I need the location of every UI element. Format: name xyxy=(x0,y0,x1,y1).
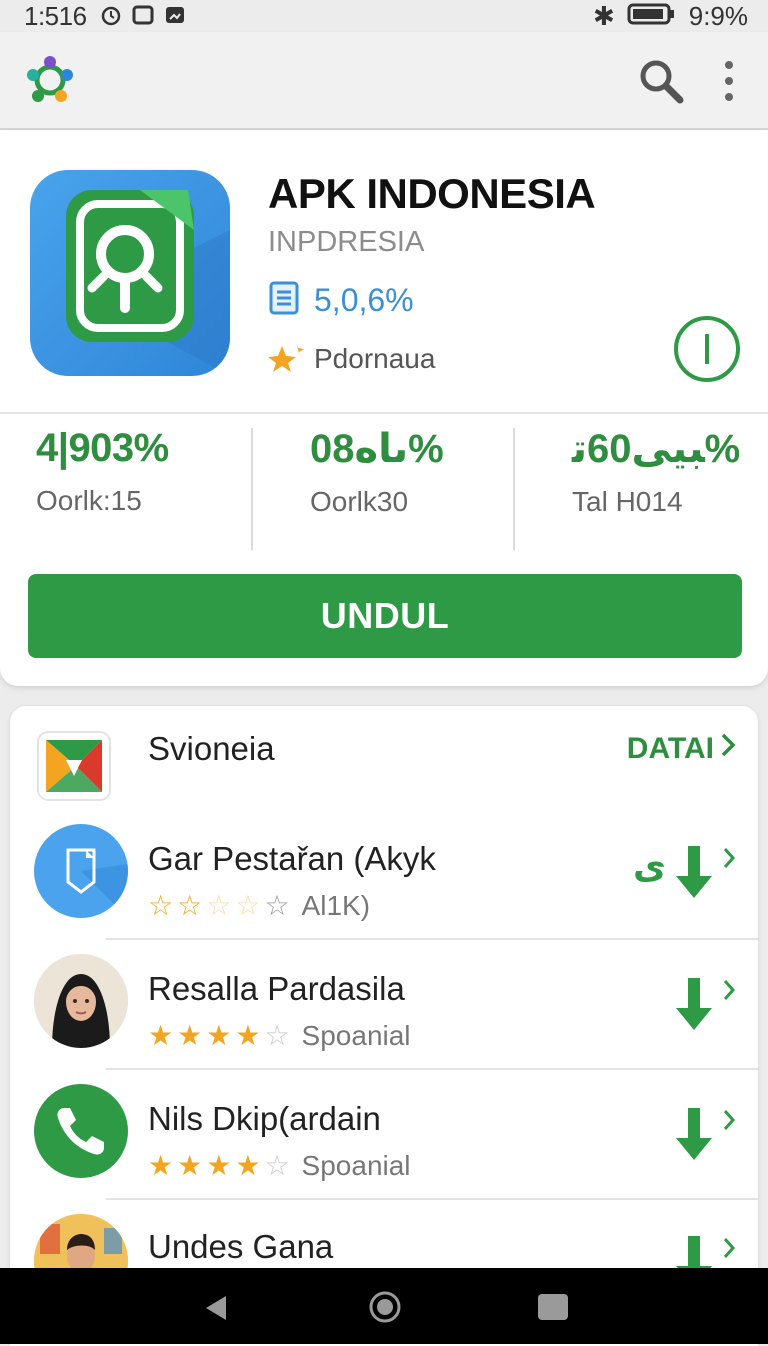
download-arrow-icon xyxy=(674,846,714,903)
divider xyxy=(106,1068,758,1070)
star-outline-icon: ☆ xyxy=(264,1020,290,1051)
star-outline-icon: ☆ xyxy=(235,890,261,921)
chevron-right-icon xyxy=(720,732,736,766)
search-icon[interactable] xyxy=(636,56,686,106)
app-icon xyxy=(34,824,128,918)
status-bar: 1:516 ✱ 9:9% xyxy=(0,0,768,32)
stat-value: 4|903% xyxy=(36,426,169,470)
battery-percent: 9:9% xyxy=(688,1,748,31)
detail-link[interactable]: DATAI xyxy=(627,732,736,766)
star-filled-icon: ★ xyxy=(206,1150,232,1181)
featured-app-icon xyxy=(36,730,112,802)
star-filled-icon: ★ xyxy=(148,1020,174,1051)
star-outline-icon: ☆ xyxy=(264,890,290,921)
app-category: Pdornaua xyxy=(314,342,436,374)
more-options-icon[interactable] xyxy=(716,56,742,106)
chevron-right-icon xyxy=(722,1108,736,1137)
star-filled-icon: ★ xyxy=(235,1020,261,1051)
chevron-right-icon xyxy=(722,1236,736,1265)
back-icon[interactable] xyxy=(200,1292,232,1324)
download-action[interactable] xyxy=(674,978,736,1035)
stat-label: Oorlk:15 xyxy=(36,485,142,516)
list-header-title: Svioneia xyxy=(148,730,275,767)
chevron-right-icon xyxy=(722,978,736,1007)
star-outline-icon: ☆ xyxy=(206,890,232,921)
list-item-meta: Spoanial xyxy=(301,1020,411,1051)
list-item-title: Resalla Pardasila xyxy=(148,970,405,1007)
list-item[interactable]: Gar Pestařan (Akyk ☆ ☆ ☆ ☆ ☆ Al1K) ى xyxy=(10,812,758,940)
download-action[interactable]: ى xyxy=(633,846,736,903)
divider xyxy=(106,1198,758,1200)
install-button[interactable]: UNDUL xyxy=(28,574,742,658)
image-icon xyxy=(164,4,186,26)
action-prefix: ى xyxy=(633,845,666,886)
divider xyxy=(106,938,758,940)
store-logo-icon[interactable] xyxy=(24,54,76,106)
divider xyxy=(0,412,768,414)
list-item-title: Gar Pestařan (Akyk xyxy=(148,840,436,877)
star-outline-icon: ☆ xyxy=(264,1150,290,1181)
download-arrow-icon xyxy=(674,978,714,1035)
system-nav-bar xyxy=(0,1268,768,1344)
stat-separator xyxy=(251,428,253,550)
star-outline-icon: ☆ xyxy=(177,890,203,921)
detail-link-label: DATAI xyxy=(626,732,714,765)
similar-apps-card: Svioneia DATAI Gar Pestařan (Akyk ☆ ☆ ☆ … xyxy=(10,706,758,1346)
app-developer: INPDRESIA xyxy=(268,226,425,258)
sparkle-star-icon xyxy=(268,340,304,377)
app-bar xyxy=(0,32,768,130)
rating-stars: ☆ ☆ ☆ ☆ ☆ Al1K) xyxy=(148,890,370,922)
status-right: ✱ 9:9% xyxy=(593,1,748,32)
list-item-meta: Al1K) xyxy=(301,890,371,921)
list-header[interactable]: Svioneia DATAI xyxy=(10,706,758,806)
download-arrow-icon xyxy=(674,1108,714,1165)
status-time: 1:516 xyxy=(24,1,87,31)
app-size: 5,0,6% xyxy=(314,282,414,318)
status-notification-icons xyxy=(100,4,186,26)
app-size-row: 5,0,6% xyxy=(268,280,414,321)
alarm-icon xyxy=(100,4,122,26)
phone-app-icon xyxy=(34,1084,128,1178)
screenshot-icon xyxy=(132,4,154,26)
rating-stars: ★ ★ ★ ★ ☆ Spoanial xyxy=(148,1020,411,1052)
stat-label: Tal H014 xyxy=(572,486,683,517)
stat-3: ت‎بيى60% Tal H014 xyxy=(572,426,768,560)
app-detail-card: APK INDONESIA INPDRESIA 5,0,6% Pdornaua … xyxy=(0,130,768,686)
list-item-title: Nils Dkip(ardain xyxy=(148,1100,381,1137)
info-button[interactable] xyxy=(674,316,740,382)
star-filled-icon: ★ xyxy=(148,1150,174,1181)
download-action[interactable] xyxy=(674,1108,736,1165)
app-category-row: Pdornaua xyxy=(268,340,435,377)
star-filled-icon: ★ xyxy=(177,1020,203,1051)
document-icon xyxy=(268,280,300,321)
list-item-title: Undes Gana xyxy=(148,1228,334,1265)
list-item[interactable]: Resalla Pardasila ★ ★ ★ ★ ☆ Spoanial xyxy=(10,942,758,1070)
app-title: APK INDONESIA xyxy=(268,170,596,217)
stat-1: 4|903% Oorlk:15 xyxy=(36,426,276,560)
recent-apps-icon[interactable] xyxy=(538,1294,568,1320)
avatar xyxy=(34,954,128,1048)
bluetooth-icon: ✱ xyxy=(592,1,615,31)
app-icon xyxy=(30,170,230,376)
stat-separator xyxy=(513,428,515,550)
home-icon[interactable] xyxy=(368,1290,402,1324)
star-filled-icon: ★ xyxy=(206,1020,232,1051)
star-filled-icon: ★ xyxy=(177,1150,203,1181)
rating-stars: ★ ★ ★ ★ ☆ Spoanial xyxy=(148,1150,411,1182)
star-outline-icon: ☆ xyxy=(148,890,174,921)
list-item[interactable]: Nils Dkip(ardain ★ ★ ★ ★ ☆ Spoanial xyxy=(10,1072,758,1200)
chevron-right-icon xyxy=(722,846,736,875)
battery-icon xyxy=(627,2,677,31)
star-filled-icon: ★ xyxy=(235,1150,261,1181)
list-item-meta: Spoanial xyxy=(301,1150,411,1181)
stat-value: ت‎بيى60% xyxy=(572,427,741,471)
